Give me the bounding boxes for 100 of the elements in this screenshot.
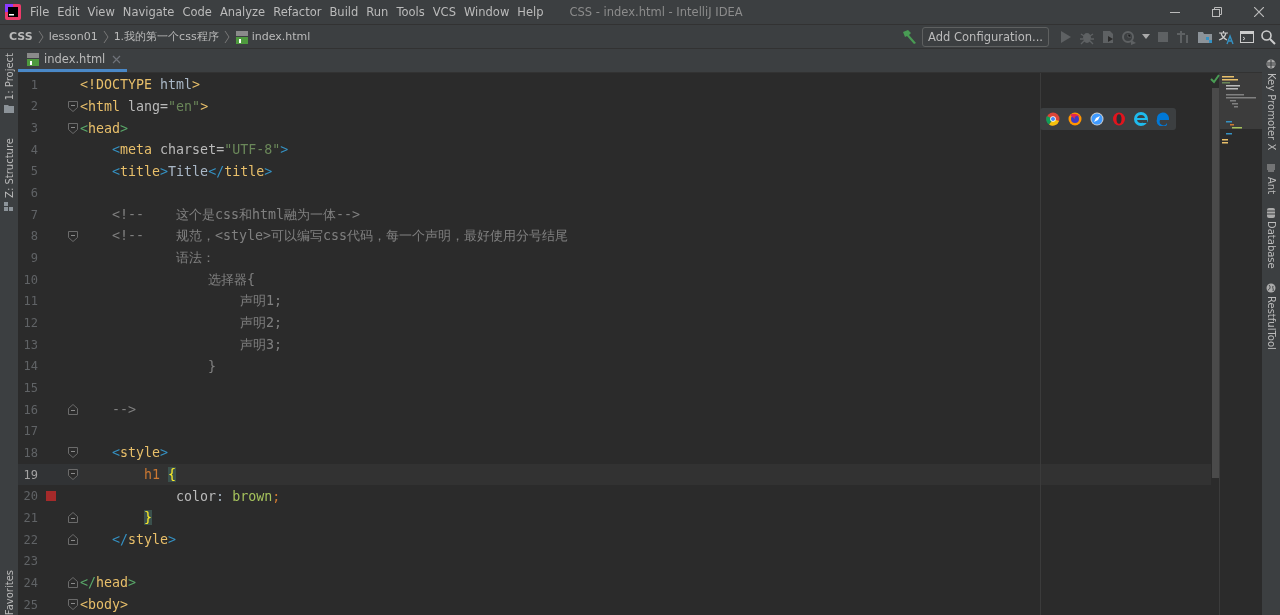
code-line: <!DOCTYPE html> [80, 77, 201, 93]
tool-window-button[interactable]: RestfulTool [1265, 296, 1277, 350]
line-number: 14 [22, 359, 38, 374]
opera-icon[interactable] [1112, 112, 1126, 126]
tool-window-button[interactable]: Favorites [3, 569, 15, 615]
tool-window-button[interactable]: Key Promoter X [1265, 73, 1277, 151]
menu-item[interactable]: Refactor [269, 3, 326, 21]
chrome-icon[interactable] [1046, 112, 1060, 126]
fold-icon[interactable] [68, 101, 78, 112]
window-title: CSS - index.html - IntelliJ IDEA [569, 5, 743, 19]
caret-icon[interactable] [1142, 34, 1150, 39]
chevron-icon [37, 29, 44, 44]
line-number: 9 [29, 251, 38, 266]
code-line: <title>Title</title> [111, 163, 273, 179]
menu-item[interactable]: Edit [53, 3, 84, 21]
code-line: 语法： [175, 249, 216, 268]
tool-window-button[interactable]: 1: Project [3, 53, 15, 101]
code-line: } [207, 358, 217, 374]
line-number: 11 [22, 294, 38, 309]
code-line: color: brown; [175, 488, 281, 504]
compass-icon[interactable] [1090, 112, 1104, 126]
menu-item[interactable]: File [26, 3, 54, 21]
chevron-icon [223, 29, 230, 44]
code-line: <meta charset="UTF-8"> [111, 142, 289, 158]
html-file-icon [26, 52, 40, 66]
scrollbar-thumb[interactable] [1211, 88, 1219, 478]
globe-icon [1266, 283, 1276, 294]
folder-icon [4, 104, 14, 115]
fold-icon[interactable] [68, 469, 78, 481]
line-number: 5 [29, 164, 38, 179]
line-number: 20 [22, 489, 38, 504]
code-line: h1 { [143, 467, 177, 483]
restore-icon[interactable] [1212, 7, 1222, 17]
menu-item[interactable]: Code [178, 3, 216, 21]
line-number: 13 [22, 337, 38, 352]
line-number: 16 [22, 402, 38, 417]
code-line: 选择器{ [207, 270, 256, 289]
firefox-icon[interactable] [1068, 112, 1082, 126]
line-number: 25 [22, 597, 38, 612]
database-icon [1266, 208, 1276, 219]
breadcrumb[interactable]: lesson01 [48, 30, 98, 43]
breadcrumb[interactable]: 1.我的第一个css程序 [113, 29, 219, 44]
line-number: 19 [22, 467, 38, 482]
line-number: 2 [29, 99, 38, 114]
code-line: <style> [111, 445, 169, 461]
globe-icon[interactable] [1266, 59, 1276, 69]
menu-item[interactable]: Tools [392, 3, 429, 21]
code-line: --> [111, 402, 137, 418]
line-number: 6 [29, 186, 38, 201]
line-number: 10 [22, 272, 38, 287]
line-number: 12 [22, 316, 38, 331]
menu-item[interactable]: VCS [428, 3, 460, 21]
line-number: 24 [22, 575, 38, 590]
fold-icon[interactable] [68, 404, 78, 416]
tool-window-button[interactable]: Ant [1265, 177, 1277, 195]
fold-icon[interactable] [68, 447, 78, 459]
line-number: 3 [29, 121, 38, 136]
line-number: 18 [22, 446, 38, 460]
tool-window-button[interactable]: Z: Structure [3, 138, 15, 199]
menu-item[interactable]: Build [325, 3, 363, 21]
breadcrumb[interactable]: CSS [9, 30, 33, 43]
translate-icon[interactable] [1218, 28, 1234, 45]
fold-icon[interactable] [68, 577, 78, 589]
fold-icon[interactable] [68, 122, 78, 134]
hammer-icon[interactable] [901, 28, 918, 45]
terminal-icon[interactable] [1239, 28, 1255, 45]
menu-item[interactable]: View [83, 3, 119, 21]
menu-item[interactable]: Window [459, 3, 514, 21]
code-line: 声明1; [239, 292, 283, 311]
close-icon[interactable] [1254, 7, 1264, 17]
fold-icon[interactable] [68, 599, 78, 611]
menu-item[interactable]: Analyze [215, 3, 270, 21]
ie-icon[interactable] [1134, 112, 1148, 126]
line-number: 15 [22, 381, 38, 395]
code-line: <body> [80, 597, 129, 613]
code-line: </style> [111, 532, 177, 548]
app-logo-icon [5, 4, 21, 20]
code-line: 声明2; [239, 314, 283, 333]
search-icon[interactable] [1260, 28, 1276, 45]
line-number: 7 [29, 207, 38, 222]
check-icon [1210, 74, 1220, 84]
fold-icon[interactable] [68, 534, 78, 546]
fold-icon[interactable] [68, 230, 78, 242]
code-minimap[interactable] [1220, 73, 1262, 145]
tool-window-button[interactable]: Database [1265, 221, 1277, 270]
line-number: 4 [29, 142, 38, 157]
code-line: </head> [80, 575, 137, 591]
color-swatch-icon[interactable] [46, 491, 56, 502]
line-number: 21 [22, 510, 38, 525]
menu-item[interactable]: Navigate [118, 3, 179, 21]
breadcrumb[interactable]: index.html [234, 29, 311, 44]
close-icon[interactable] [112, 54, 122, 64]
fold-icon[interactable] [68, 512, 78, 524]
menu-item[interactable]: Run [362, 3, 393, 21]
line-number: 8 [29, 229, 38, 244]
line-number: 17 [22, 424, 38, 439]
coverage-icon[interactable] [1100, 28, 1116, 45]
menu-item[interactable]: Help [513, 3, 548, 21]
edge-icon[interactable] [1156, 112, 1170, 126]
run-configuration-button[interactable]: Add Configuration... [922, 26, 1049, 47]
